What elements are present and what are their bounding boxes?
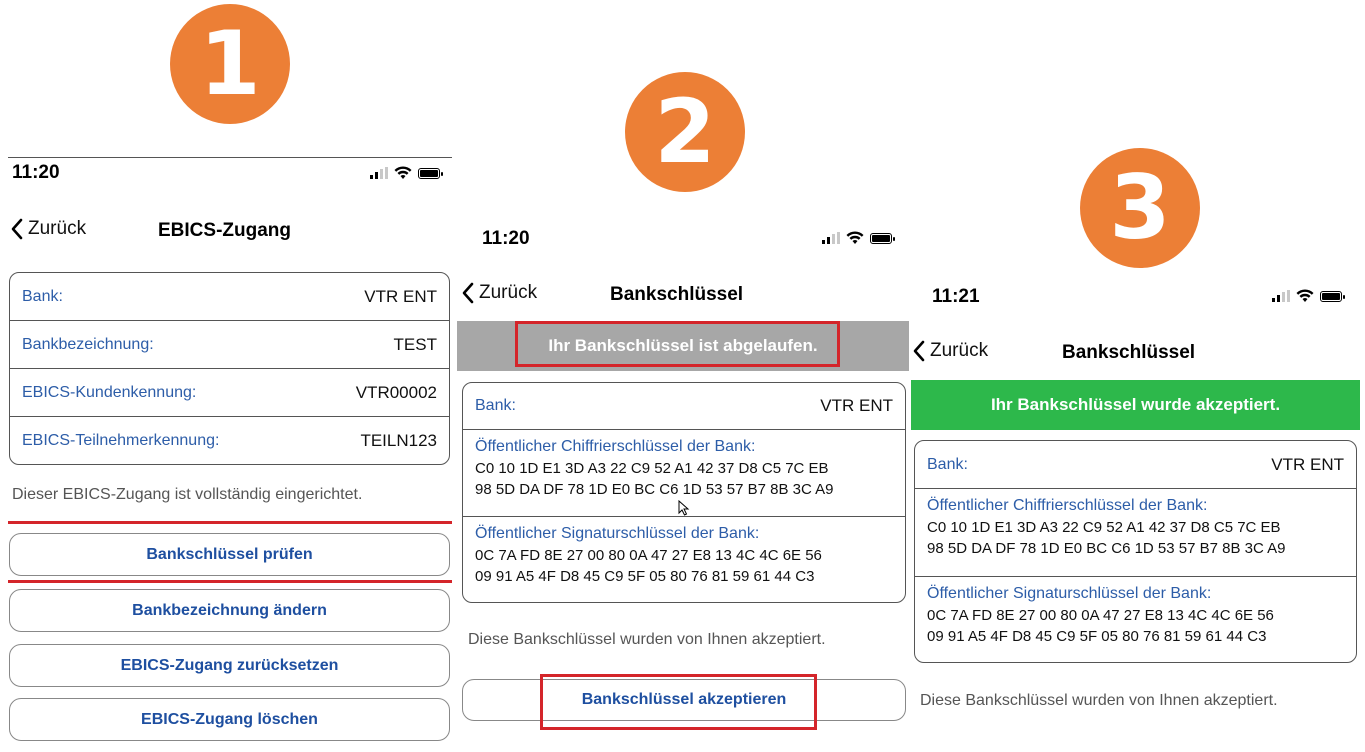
page-title: EBICS-Zugang [158,220,291,241]
battery-icon [1320,290,1345,302]
cipher-key-line-2: 98 5D DA DF 78 1D E0 BC C6 1D 53 57 B7 8… [927,540,1286,557]
battery-icon [418,167,443,179]
signature-key-row: Öffentlicher Signaturschlüssel der Bank:… [463,517,905,595]
bank-keys-card: Bank: VTR ENT Öffentlicher Chiffrierschl… [462,382,906,603]
bank-row: Bank: VTR ENT [915,441,1356,489]
back-label: Zurück [930,340,989,361]
battery-icon [870,232,895,244]
cipher-key-line-1: C0 10 1D E1 3D A3 22 C9 52 A1 42 37 D8 C… [475,460,829,477]
status-message: Diese Bankschlüssel wurden von Ihnen akz… [468,631,826,648]
highlight-line-top [8,521,452,524]
detail-row-teilnehmerkennung: EBICS-Teilnehmerkennung: TEILN123 [10,417,449,464]
back-label: Zurück [479,282,538,303]
signature-key-line-2: 09 91 A5 4F D8 45 C9 5F 05 80 76 81 59 6… [927,628,1267,645]
signature-key-row: Öffentlicher Signaturschlüssel der Bank:… [915,577,1356,655]
signature-key-line-2: 09 91 A5 4F D8 45 C9 5F 05 80 76 81 59 6… [475,568,815,585]
detail-label: Bankbezeichnung: [22,335,154,353]
signal-icon [370,167,388,179]
chevron-left-icon [913,340,925,362]
status-icons [370,166,443,180]
back-button[interactable]: Zurück [912,340,988,362]
wifi-icon [394,166,412,179]
step-3-badge: 3 [1080,148,1200,268]
cipher-key-label: Öffentlicher Chiffrierschlüssel der Bank… [475,438,756,455]
account-details-card: Bank: VTR ENT Bankbezeichnung: TEST EBIC… [9,272,450,465]
signature-key-line-1: 0C 7A FD 8E 27 00 80 0A 47 27 E8 13 4C 4… [475,547,822,564]
bank-value: VTR ENT [1271,454,1344,474]
bank-row: Bank: VTR ENT [463,383,905,430]
status-time: 11:21 [932,286,980,307]
change-bank-name-button[interactable]: Bankbezeichnung ändern [9,589,450,632]
detail-label: EBICS-Kundenkennung: [22,383,197,401]
detail-value: TEILN123 [360,430,437,450]
accept-highlight-box [540,674,817,730]
back-button[interactable]: Zurück [461,282,537,304]
detail-row-bank: Bank: VTR ENT [10,273,449,321]
cipher-key-row: Öffentlicher Chiffrierschlüssel der Bank… [915,489,1356,577]
back-label: Zurück [28,218,87,239]
step-2-badge: 2 [625,72,745,192]
bank-keys-card: Bank: VTR ENT Öffentlicher Chiffrierschl… [914,440,1357,663]
cipher-key-label: Öffentlicher Chiffrierschlüssel der Bank… [927,497,1208,514]
signal-icon [1272,290,1290,302]
page-title: Bankschlüssel [1062,342,1196,363]
cipher-key-line-1: C0 10 1D E1 3D A3 22 C9 52 A1 42 37 D8 C… [927,519,1281,536]
status-icons [822,231,895,245]
status-time: 11:20 [482,228,530,249]
wifi-icon [1296,289,1314,302]
bank-value: VTR ENT [820,396,893,415]
delete-ebics-access-button[interactable]: EBICS-Zugang löschen [9,698,450,741]
highlight-line-bottom [8,580,452,583]
wifi-icon [846,231,864,244]
signal-icon [822,232,840,244]
page-title: Bankschlüssel [610,284,744,305]
signature-key-label: Öffentlicher Signaturschlüssel der Bank: [927,585,1212,602]
screen1-top-border [8,157,452,158]
signature-key-label: Öffentlicher Signaturschlüssel der Bank: [475,525,760,542]
mouse-cursor-icon [678,500,690,516]
signature-key-line-1: 0C 7A FD 8E 27 00 80 0A 47 27 E8 13 4C 4… [927,607,1274,624]
reset-ebics-access-button[interactable]: EBICS-Zugang zurücksetzen [9,644,450,687]
detail-row-kundenkennung: EBICS-Kundenkennung: VTR00002 [10,369,449,417]
detail-label: Bank: [22,287,63,305]
back-button[interactable]: Zurück [10,218,86,240]
detail-value: VTR ENT [364,286,437,306]
status-message: Diese Bankschlüssel wurden von Ihnen akz… [920,692,1278,709]
detail-value: VTR00002 [355,382,437,402]
check-bank-keys-button[interactable]: Bankschlüssel prüfen [9,533,450,576]
detail-label: EBICS-Teilnehmerkennung: [22,431,220,449]
chevron-left-icon [11,218,23,240]
bank-label: Bank: [927,455,968,473]
accepted-banner: Ihr Bankschlüssel wurde akzeptiert. [911,380,1360,430]
status-time: 11:20 [12,162,60,183]
step-1-badge: 1 [170,4,290,124]
expired-highlight-box [515,321,840,367]
status-message: Dieser EBICS-Zugang ist vollständig eing… [12,486,363,503]
detail-row-bankbezeichnung: Bankbezeichnung: TEST [10,321,449,369]
status-icons [1272,289,1345,303]
cipher-key-line-2: 98 5D DA DF 78 1D E0 BC C6 1D 53 57 B7 8… [475,481,834,498]
chevron-left-icon [462,282,474,304]
bank-label: Bank: [475,397,516,414]
detail-value: TEST [393,334,437,354]
